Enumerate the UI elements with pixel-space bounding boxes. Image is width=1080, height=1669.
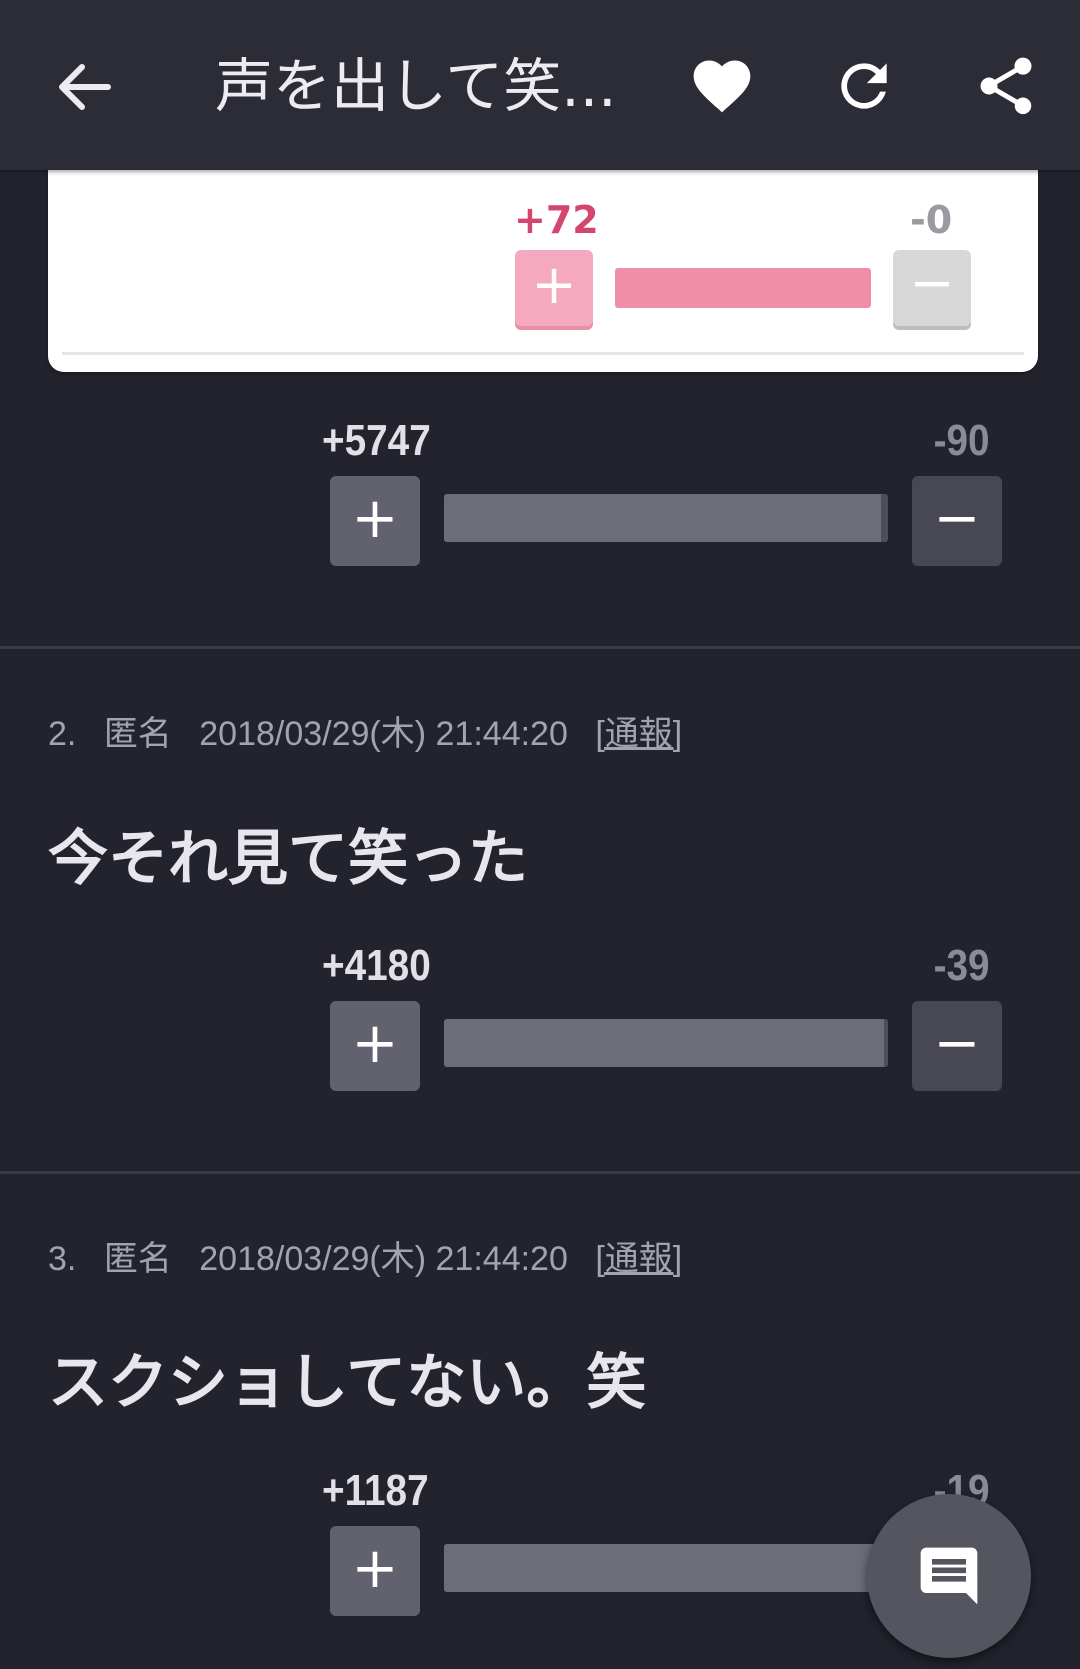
comment-number: 3. — [48, 1240, 77, 1278]
plus-button[interactable]: + — [330, 1001, 420, 1091]
share-icon[interactable] — [972, 52, 1040, 120]
comment-text: スクショしてない。笑 — [48, 1348, 647, 1418]
vote-bar — [444, 494, 888, 542]
comment-icon — [920, 1547, 978, 1605]
comment-text: 今それ見て笑った — [48, 824, 528, 894]
plus-button[interactable]: + — [330, 1526, 420, 1616]
app-bar: 声を出して笑... — [0, 0, 1080, 170]
page-title: 声を出して笑... — [215, 52, 617, 120]
plus-count: +4180 — [322, 941, 431, 990]
card-minus-count: -0 — [910, 198, 953, 242]
vote-bar-fill — [444, 1544, 881, 1592]
comment-datetime: 2018/03/29(木) 21:44:20 — [199, 715, 568, 753]
minus-button[interactable]: − — [912, 1001, 1002, 1091]
comment-meta: 2. 匿名 2018/03/29(木) 21:44:20 [通報] — [48, 706, 700, 755]
report-link[interactable]: [通報] — [595, 715, 682, 753]
heart-icon[interactable] — [688, 52, 756, 120]
comment-divider — [0, 1171, 1080, 1174]
comment-divider — [0, 646, 1080, 649]
plus-count: +1187 — [322, 1466, 429, 1515]
vote-bar-fill — [444, 494, 882, 542]
card-minus-button[interactable]: − — [893, 250, 971, 326]
comment-fab-button[interactable] — [867, 1494, 1031, 1658]
minus-button[interactable]: − — [912, 476, 1002, 566]
article-card: +72 -0 + − — [48, 140, 1038, 372]
card-divider — [62, 352, 1024, 355]
minus-count: -90 — [934, 416, 990, 465]
card-plus-count: +72 — [514, 198, 599, 242]
plus-count: +5747 — [322, 416, 431, 465]
comment-number: 2. — [48, 715, 77, 753]
vote-bar — [444, 1019, 888, 1067]
plus-button[interactable]: + — [330, 476, 420, 566]
comment-meta: 3. 匿名 2018/03/29(木) 21:44:20 [通報] — [48, 1231, 700, 1280]
vote-row-2: +4180 -39 + − — [0, 941, 1080, 1101]
back-arrow-icon[interactable] — [52, 55, 116, 119]
card-vote-bar — [615, 268, 871, 308]
card-plus-button[interactable]: + — [515, 250, 593, 326]
comment-author: 匿名 — [103, 715, 172, 753]
vote-bar — [444, 1544, 888, 1592]
report-link[interactable]: [通報] — [595, 1240, 682, 1278]
refresh-icon[interactable] — [830, 52, 898, 120]
comment-datetime: 2018/03/29(木) 21:44:20 — [199, 1240, 568, 1278]
minus-count: -39 — [934, 941, 990, 990]
vote-row-1: +5747 -90 + − — [0, 416, 1080, 576]
vote-bar-fill — [444, 1019, 884, 1067]
comment-author: 匿名 — [103, 1240, 172, 1278]
